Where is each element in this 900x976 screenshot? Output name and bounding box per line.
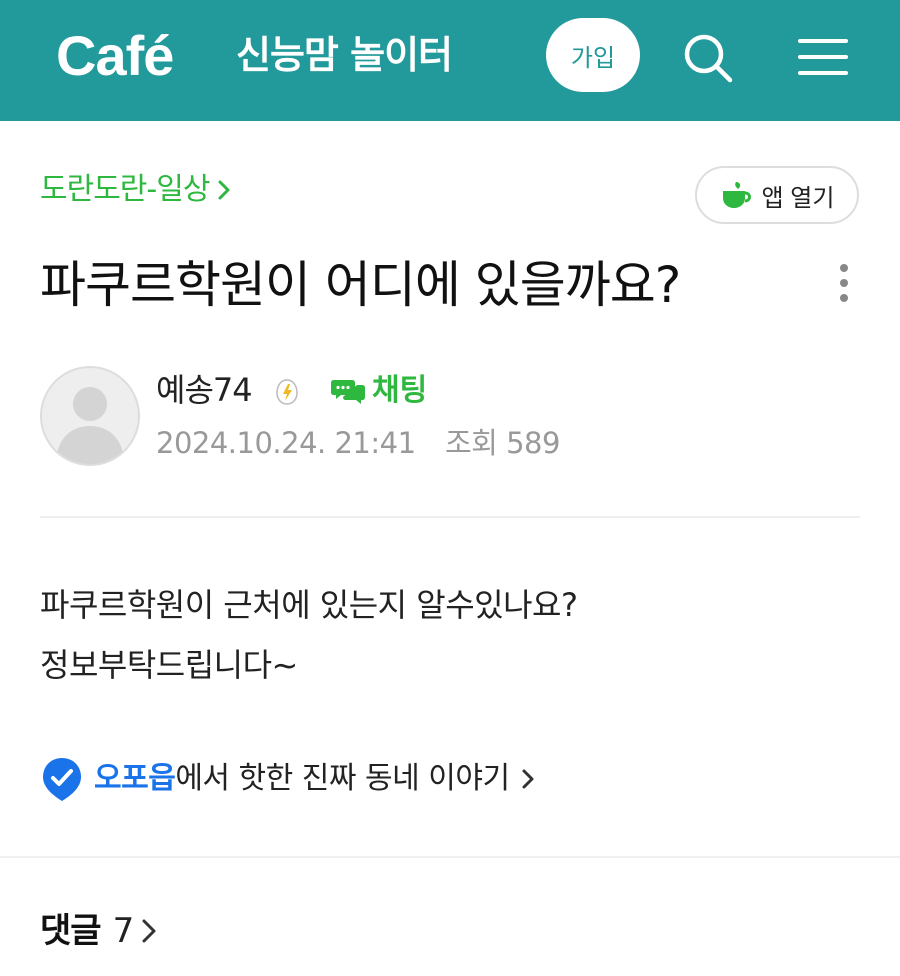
comments-link[interactable]: 댓글 7 <box>40 908 158 954</box>
header-divider <box>40 516 860 518</box>
member-rank-icon <box>276 379 298 405</box>
join-button[interactable]: 가입 <box>546 18 640 92</box>
dot-icon <box>840 279 848 287</box>
default-profile-icon <box>56 387 124 464</box>
local-story-promo-link[interactable]: 오포읍에서 핫한 진짜 동네 이야기 <box>40 756 536 802</box>
promo-text: 에서 핫한 진짜 동네 이야기 <box>175 761 510 796</box>
post-body-line: 파쿠르학원이 근처에 있는지 알수있나요? <box>40 586 578 624</box>
comments-label: 댓글 <box>40 911 102 951</box>
chat-bubble-icon <box>331 380 365 404</box>
author-name[interactable]: 예송74 <box>156 368 253 412</box>
search-icon <box>684 34 733 83</box>
cafe-name[interactable]: 신능맘 놀이터 <box>236 30 453 80</box>
post-meta: 2024.10.24. 21:41 조회 589 <box>156 422 560 464</box>
search-button[interactable] <box>680 30 736 86</box>
chat-label: 채팅 <box>372 373 428 408</box>
views-count: 589 <box>506 426 560 460</box>
section-divider <box>0 856 900 858</box>
dot-icon <box>840 264 848 272</box>
chat-button[interactable]: 채팅 <box>330 370 427 412</box>
comments-count: 7 <box>112 911 135 951</box>
menu-button[interactable] <box>796 32 850 82</box>
chevron-right-icon <box>142 919 156 943</box>
hamburger-menu-icon <box>798 39 848 75</box>
post-date: 2024.10.24. 21:41 <box>156 426 416 460</box>
open-app-button[interactable]: 앱 열기 <box>695 166 859 224</box>
chevron-right-icon <box>522 769 534 789</box>
open-app-label: 앱 열기 <box>761 184 835 212</box>
top-header: Café 신능맘 놀이터 가입 <box>0 0 900 121</box>
dot-icon <box>840 294 848 302</box>
cafe-logo[interactable]: Café <box>56 24 174 88</box>
views-label: 조회 <box>445 426 498 460</box>
post-body-line: 정보부탁드립니다~ <box>40 646 298 684</box>
promo-brand: 오포읍 <box>94 761 176 796</box>
cup-icon <box>722 182 751 208</box>
board-name: 도란도란-일상 <box>40 172 210 207</box>
author-avatar[interactable] <box>40 366 140 466</box>
post-title: 파쿠르학원이 어디에 있을까요? <box>40 256 681 314</box>
verified-location-icon <box>43 758 81 801</box>
more-options-button[interactable] <box>826 258 862 308</box>
board-link[interactable]: 도란도란-일상 <box>40 170 231 210</box>
chevron-right-icon <box>218 180 230 200</box>
